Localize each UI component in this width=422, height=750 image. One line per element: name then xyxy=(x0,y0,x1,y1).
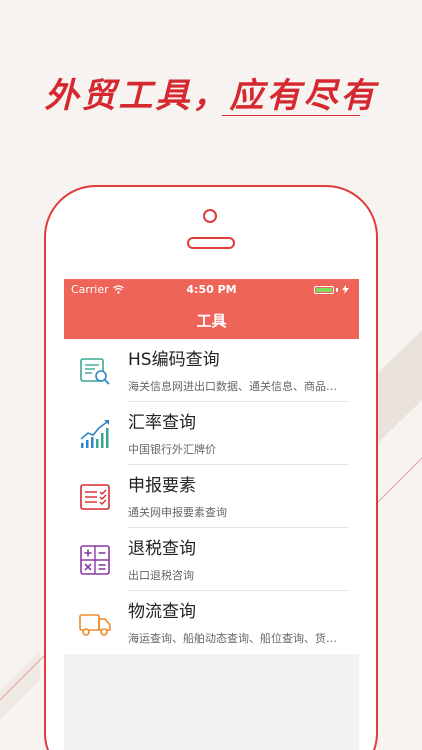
status-bar: Carrier 4:50 PM xyxy=(64,279,359,301)
tool-description: 海运查询、船舶动态查询、船位查询、货… xyxy=(128,632,337,645)
hs-code-search-icon xyxy=(80,358,110,385)
promo-stage: 外贸工具，应有尽有 Carrier 4:50 PM 工具 HS编码查询 海关信息… xyxy=(0,0,422,750)
exchange-rate-chart-icon xyxy=(80,420,109,448)
tool-item-exchange-rate[interactable]: 汇率查询 中国银行外汇牌价 xyxy=(64,402,359,465)
battery-tip xyxy=(336,287,338,292)
promo-headline: 外贸工具，应有尽有 xyxy=(44,76,378,116)
tool-label: 退税查询 xyxy=(128,539,196,559)
battery-icon xyxy=(314,285,334,294)
calculator-icon xyxy=(80,545,110,575)
page-title: 工具 xyxy=(196,312,227,330)
phone-camera xyxy=(203,209,217,223)
tool-item-hs-code[interactable]: HS编码查询 海关信息网进出口数据、通关信息、商品… xyxy=(64,339,359,402)
headline-underline xyxy=(222,115,360,116)
tool-description: 中国银行外汇牌价 xyxy=(128,443,216,456)
tool-list: HS编码查询 海关信息网进出口数据、通关信息、商品… 汇率查询 中国银行外汇牌价… xyxy=(64,339,359,654)
declaration-checklist-icon xyxy=(80,484,110,510)
tool-label: 物流查询 xyxy=(128,602,196,622)
phone-speaker xyxy=(187,237,235,249)
battery-fill xyxy=(316,287,332,292)
tool-label: 申报要素 xyxy=(128,476,196,496)
charging-bolt-icon xyxy=(342,285,349,294)
battery-indicator xyxy=(314,285,349,294)
app-header: Carrier 4:50 PM 工具 xyxy=(64,279,359,339)
tool-description: 出口退税咨询 xyxy=(128,569,194,582)
tool-item-tax-refund[interactable]: 退税查询 出口退税咨询 xyxy=(64,528,359,591)
tool-description: 通关网申报要素查询 xyxy=(128,506,227,519)
tool-item-logistics[interactable]: 物流查询 海运查询、船舶动态查询、船位查询、货… xyxy=(64,591,359,654)
tool-label: 汇率查询 xyxy=(128,413,196,433)
tool-description: 海关信息网进出口数据、通关信息、商品… xyxy=(128,380,337,393)
delivery-truck-icon xyxy=(79,614,111,636)
app-screen: Carrier 4:50 PM 工具 HS编码查询 海关信息网进出口数据、通关信… xyxy=(64,279,359,750)
tool-item-declaration[interactable]: 申报要素 通关网申报要素查询 xyxy=(64,465,359,528)
tool-label: HS编码查询 xyxy=(128,350,220,370)
